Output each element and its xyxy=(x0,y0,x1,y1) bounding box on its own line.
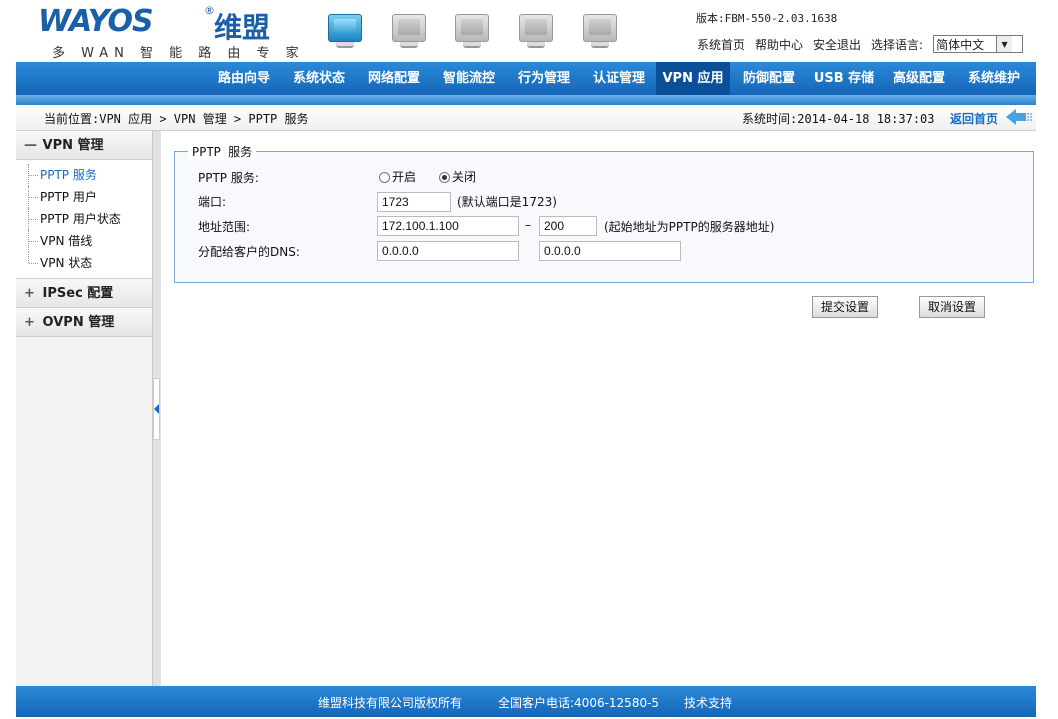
sidebar-group-ipsec-config[interactable]: + IPSec 配置 xyxy=(16,279,152,308)
fieldset-legend: PPTP 服务 xyxy=(188,143,257,160)
address-range-label: 地址范围: xyxy=(198,220,251,234)
dns-primary-input[interactable]: 0.0.0.0 xyxy=(377,241,519,261)
range-end-input[interactable]: 200 xyxy=(539,216,597,236)
main-nav: 路由向导 系统状态 网络配置 智能流控 行为管理 认证管理 VPN 应用 防御配… xyxy=(16,62,1036,95)
logo-wordmark: WAYOS xyxy=(38,4,154,39)
monitor-icon xyxy=(583,14,617,50)
system-time: 系统时间:2014-04-18 18:37:03 xyxy=(742,112,935,126)
collapse-sidebar-handle[interactable] xyxy=(153,378,160,440)
chevron-down-icon[interactable]: ▼ xyxy=(996,36,1013,52)
nav-item-defense-config[interactable]: 防御配置 xyxy=(733,62,805,95)
expand-icon[interactable]: + xyxy=(24,279,38,308)
nav-item-network-config[interactable]: 网络配置 xyxy=(358,62,430,95)
language-value: 简体中文 xyxy=(936,37,985,52)
nav-item-auth-management[interactable]: 认证管理 xyxy=(583,62,655,95)
cancel-button[interactable]: 取消设置 xyxy=(919,296,985,318)
expand-icon[interactable]: + xyxy=(24,308,38,337)
nav-item-router-wizard[interactable]: 路由向导 xyxy=(208,62,280,95)
collapse-icon[interactable]: — xyxy=(24,131,38,160)
monitor-icon xyxy=(328,14,362,50)
home-link[interactable]: 系统首页 xyxy=(697,36,745,53)
submit-button[interactable]: 提交设置 xyxy=(812,296,878,318)
monitor-icons xyxy=(326,14,626,54)
footer: 维盟科技有限公司版权所有 全国客户电话:4006-12580-5 技术支持 xyxy=(16,686,1036,717)
range-start-input[interactable]: 172.100.1.100 xyxy=(377,216,519,236)
breadcrumb-bar: 当前位置:VPN 应用 > VPN 管理 > PPTP 服务 系统时间:2014… xyxy=(16,105,1036,131)
port-label: 端口: xyxy=(198,195,227,209)
tech-support-link[interactable]: 技术支持 xyxy=(684,694,732,711)
sidebar-item-vpn-borrow-line[interactable]: VPN 借线 xyxy=(26,230,152,252)
radio-enable-label[interactable]: 开启 xyxy=(392,168,416,185)
range-dash: – xyxy=(525,218,531,232)
top-links: 系统首页 帮助中心 安全退出 选择语言: 简体中文 ▼ xyxy=(697,35,1024,53)
sidebar-item-pptp-service[interactable]: PPTP 服务 xyxy=(26,164,152,186)
port-input[interactable]: 1723 xyxy=(377,192,451,212)
right-margin xyxy=(1036,0,1058,719)
monitor-icon xyxy=(392,14,426,50)
sidebar-group-label: OVPN 管理 xyxy=(42,315,115,330)
dns-label: 分配给客户的DNS: xyxy=(198,245,300,259)
back-arrow-icon[interactable] xyxy=(1006,109,1034,125)
pptp-service-fieldset xyxy=(174,151,1034,283)
sidebar-group-ovpn-management[interactable]: + OVPN 管理 xyxy=(16,308,152,337)
left-margin xyxy=(0,0,16,719)
monitor-icon xyxy=(455,14,489,50)
range-hint: (起始地址为PPTP的服务器地址) xyxy=(604,220,775,234)
sidebar-group-label: VPN 管理 xyxy=(42,138,104,153)
radio-disable-label[interactable]: 关闭 xyxy=(452,168,476,185)
nav-item-system-maintenance[interactable]: 系统维护 xyxy=(958,62,1030,95)
sidebar-subitems: PPTP 服务 PPTP 用户 PPTP 用户状态 VPN 借线 VPN 状态 xyxy=(16,160,152,279)
nav-item-system-status[interactable]: 系统状态 xyxy=(283,62,355,95)
logout-link[interactable]: 安全退出 xyxy=(813,36,861,53)
firmware-version: 版本:FBM-550-2.03.1638 xyxy=(696,12,838,25)
nav-item-vpn-apps[interactable]: VPN 应用 xyxy=(656,62,730,95)
support-phone: 全国客户电话:4006-12580-5 xyxy=(498,696,660,710)
help-link[interactable]: 帮助中心 xyxy=(755,36,803,53)
radio-enable[interactable] xyxy=(379,172,390,183)
pptp-service-label: PPTP 服务: xyxy=(198,171,259,185)
header: WAYOS ® 维盟 多 WAN 智 能 路 由 专 家 版本:FBM-550-… xyxy=(16,0,1036,62)
sidebar-group-label: IPSec 配置 xyxy=(42,286,114,301)
monitor-icon xyxy=(519,14,553,50)
sidebar-group-vpn-management[interactable]: — VPN 管理 xyxy=(16,131,152,160)
logo-tagline: 多 WAN 智 能 路 由 专 家 xyxy=(52,46,305,61)
language-label: 选择语言: xyxy=(871,37,924,52)
dns-secondary-input[interactable]: 0.0.0.0 xyxy=(539,241,681,261)
nav-item-usb-storage[interactable]: USB 存储 xyxy=(808,62,880,95)
nav-item-behavior-management[interactable]: 行为管理 xyxy=(508,62,580,95)
language-select[interactable]: 简体中文 ▼ xyxy=(933,35,1024,53)
sidebar-item-pptp-user-status[interactable]: PPTP 用户状态 xyxy=(26,208,152,230)
sidebar: — VPN 管理 PPTP 服务 PPTP 用户 PPTP 用户状态 VPN 借… xyxy=(16,131,153,686)
nav-item-advanced-config[interactable]: 高级配置 xyxy=(883,62,955,95)
logo: WAYOS ® 维盟 多 WAN 智 能 路 由 专 家 xyxy=(38,4,299,61)
back-home-link[interactable]: 返回首页 xyxy=(950,110,998,127)
logo-chinese-name: 维盟 xyxy=(214,11,271,44)
port-hint: (默认端口是1723) xyxy=(457,195,557,209)
sidebar-item-pptp-users[interactable]: PPTP 用户 xyxy=(26,186,152,208)
breadcrumb: 当前位置:VPN 应用 > VPN 管理 > PPTP 服务 xyxy=(44,112,309,126)
radio-disable[interactable] xyxy=(439,172,450,183)
nav-bottom-band xyxy=(16,95,1036,105)
nav-item-traffic-control[interactable]: 智能流控 xyxy=(433,62,505,95)
copyright-text: 维盟科技有限公司版权所有 xyxy=(318,696,463,710)
sidebar-item-vpn-status[interactable]: VPN 状态 xyxy=(26,252,152,274)
router-admin-app: WAYOS ® 维盟 多 WAN 智 能 路 由 专 家 版本:FBM-550-… xyxy=(16,0,1036,719)
